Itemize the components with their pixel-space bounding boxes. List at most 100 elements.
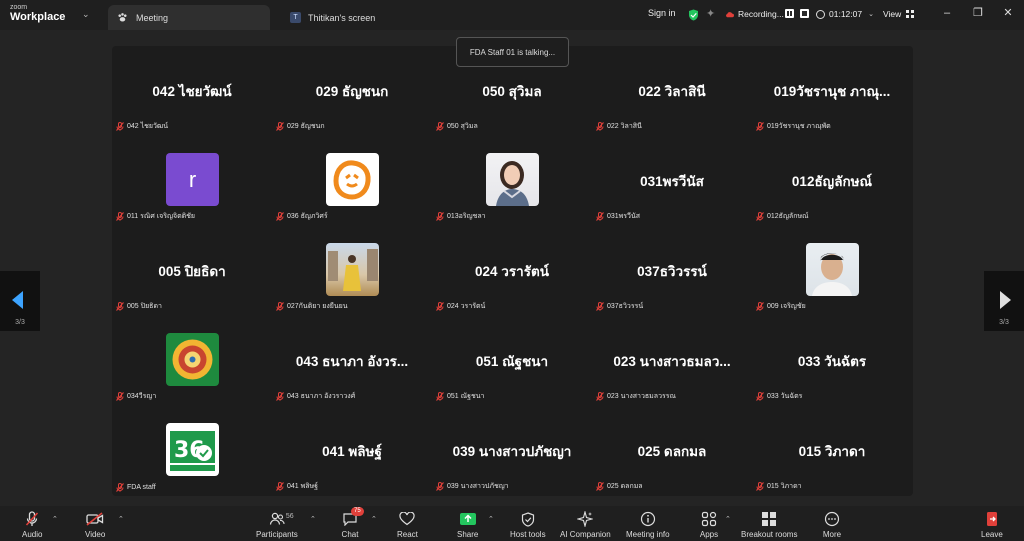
audio-options-chevron-icon[interactable]: ⌃ [52,515,58,523]
apps-chevron-icon[interactable]: ⌃ [725,515,731,523]
participant-tile[interactable]: 037ธวิวรรน์ 037ธวิวรรน์ [592,226,752,316]
participant-display-name: 029 ธัญชนก [315,84,389,99]
participants-button[interactable]: 56 Participants [256,510,298,539]
participant-tile[interactable]: 024 วรารัตน์ 024 วรารัตน์ [432,226,592,316]
screen-badge: T [290,12,301,23]
participant-tile[interactable]: 022 วิลาสินี 022 วิลาสินี [592,46,752,136]
participant-display-name: 023 นางสาวธมลว... [613,354,731,369]
title-bar: zoom Workplace ⌄ Meeting T Thitikan's sc… [0,0,1024,30]
share-chevron-icon[interactable]: ⌃ [488,515,494,523]
mic-muted-icon [436,482,444,491]
participant-tile[interactable]: 029 ธัญชนก 029 ธัญชนก [272,46,432,136]
participant-tile[interactable]: 009 เจริญชัย [752,226,912,316]
chat-label: Chat [341,530,359,539]
participant-tile[interactable]: 019วัชรานุช ภาณุ... 019วัชรานุช ภาณุพัต [752,46,912,136]
participant-tile[interactable]: 043 ธนาภา อังวร... 043 ธนาภา อังวราวงศ์ [272,316,432,406]
participant-tile[interactable]: 042 ไชยวัฒน์ 042 ไชยวัฒน์ [112,46,272,136]
participant-display-name: 033 วันฉัตร [797,354,867,369]
participant-tile[interactable]: r 011 รณิศ เจริญจิตติชัย [112,136,272,226]
close-icon[interactable]: ✕ [1001,6,1015,20]
participant-name: 043 ธนาภา อังวราวงศ์ [287,393,356,400]
recording-status[interactable]: Recording... [725,9,784,19]
view-button[interactable]: View [883,9,916,19]
pause-recording-button[interactable] [785,9,794,18]
leave-button[interactable]: Leave [981,510,1003,539]
more-icon [822,510,842,528]
participant-name: 027กันติยา ยงยืนยน [287,303,348,310]
mic-muted-icon [116,302,124,311]
security-shield-icon[interactable] [688,8,699,21]
participant-display-name: 043 ธนาภา อังวร... [295,354,409,369]
participant-tile[interactable]: 015 วิภาดา 015 วิภาดา [752,406,912,496]
participant-name: 036 ธัญภวิศร์ [287,213,328,220]
chat-chevron-icon[interactable]: ⌃ [371,515,377,523]
chevron-down-icon[interactable]: ⌄ [82,9,92,19]
participant-name: 005 ปิยธิดา [127,303,162,310]
audio-button[interactable]: Audio [22,510,42,539]
participant-tile[interactable]: 036 ธัญภวิศร์ [272,136,432,226]
maximize-icon[interactable]: ❐ [971,6,985,20]
participant-tile[interactable]: 031พรวีนัส 031พรวีนัส [592,136,752,226]
participant-tile[interactable]: 051 ณัฐชนา 051 ณัฐชนา [432,316,592,406]
arrow-left-icon [12,291,23,309]
meeting-info-button[interactable]: Meeting info [626,510,670,539]
participant-name: 029 ธัญชนก [287,123,325,130]
more-button[interactable]: More [822,510,842,539]
participant-name: 025 ดลกมล [607,483,643,490]
chat-icon: 75 [340,507,364,528]
avatar-logo: 36 [166,423,219,476]
tab-shared-screen[interactable]: T Thitikan's screen [284,5,484,30]
participant-name-label: 009 เจริญชัย [756,301,806,312]
audio-label: Audio [22,530,43,539]
avatar-emblem [166,333,219,386]
participant-display-name: 019วัชรานุช ภาณุ... [773,84,891,99]
participant-tile[interactable]: 034วีรญา [112,316,272,406]
participant-name: 012ธัญลักษณ์ [767,213,809,220]
meeting-timer[interactable]: 01:12:07 ⌄ [816,9,874,19]
paw-icon [116,12,128,24]
participant-name-label: 027กันติยา ยงยืนยน [276,301,348,312]
react-button[interactable]: React [397,510,418,539]
mic-muted-icon [596,302,604,311]
participant-name: 051 ณัฐชนา [447,393,485,400]
participant-tile[interactable]: 041 พลิษฐ์ 041 พลิษฐ์ [272,406,432,496]
ai-companion-button[interactable]: AI Companion [560,510,611,539]
arrow-right-icon [1000,291,1011,309]
participant-display-name: 012ธัญลักษณ์ [791,174,873,189]
participant-tile[interactable]: 025 ดลกมล 025 ดลกมล [592,406,752,496]
stop-recording-button[interactable] [800,9,809,18]
mic-muted-icon [596,212,604,221]
breakout-rooms-button[interactable]: Breakout rooms [741,510,797,539]
participant-tile[interactable]: 36 FDA staff [112,406,272,496]
share-button[interactable]: Share [457,510,478,539]
host-tools-button[interactable]: Host tools [510,510,546,539]
apps-button[interactable]: Apps [699,510,719,539]
mic-muted-icon [436,302,444,311]
participant-tile[interactable]: 033 วันฉัตร 033 วันฉัตร [752,316,912,406]
chat-button[interactable]: 75 Chat [340,507,364,539]
mic-muted-icon [596,392,604,401]
mic-muted-icon [436,392,444,401]
previous-page-button[interactable]: 3/3 [0,271,40,331]
participant-display-name: 042 ไชยวัฒน์ [152,84,232,99]
sparkle-icon[interactable]: ✦ [706,8,718,20]
participant-tile[interactable]: 023 นางสาวธมลว... 023 นางสาวธมลวรรณ [592,316,752,406]
participants-label: Participants [256,530,298,539]
participant-tile[interactable]: 013อริญชลา [432,136,592,226]
logo-line1: zoom [10,4,28,11]
mic-muted-icon [596,122,604,131]
minimize-icon[interactable]: – [940,6,954,20]
participant-tile[interactable]: 027กันติยา ยงยืนยน [272,226,432,316]
sign-in-button[interactable]: Sign in [648,8,676,18]
participant-tile[interactable]: 005 ปิยธิดา 005 ปิยธิดา [112,226,272,316]
mic-muted-icon [276,482,284,491]
recording-label: Recording... [738,9,784,19]
video-options-chevron-icon[interactable]: ⌃ [118,515,124,523]
participant-tile[interactable]: 039 นางสาวปภัชญา 039 นางสาวปภัชญา [432,406,592,496]
leave-icon [982,510,1002,528]
participants-chevron-icon[interactable]: ⌃ [310,515,316,523]
video-button[interactable]: Video [85,510,105,539]
tab-meeting[interactable]: Meeting [108,5,270,30]
next-page-button[interactable]: 3/3 [984,271,1024,331]
participant-tile[interactable]: 012ธัญลักษณ์ 012ธัญลักษณ์ [752,136,912,226]
